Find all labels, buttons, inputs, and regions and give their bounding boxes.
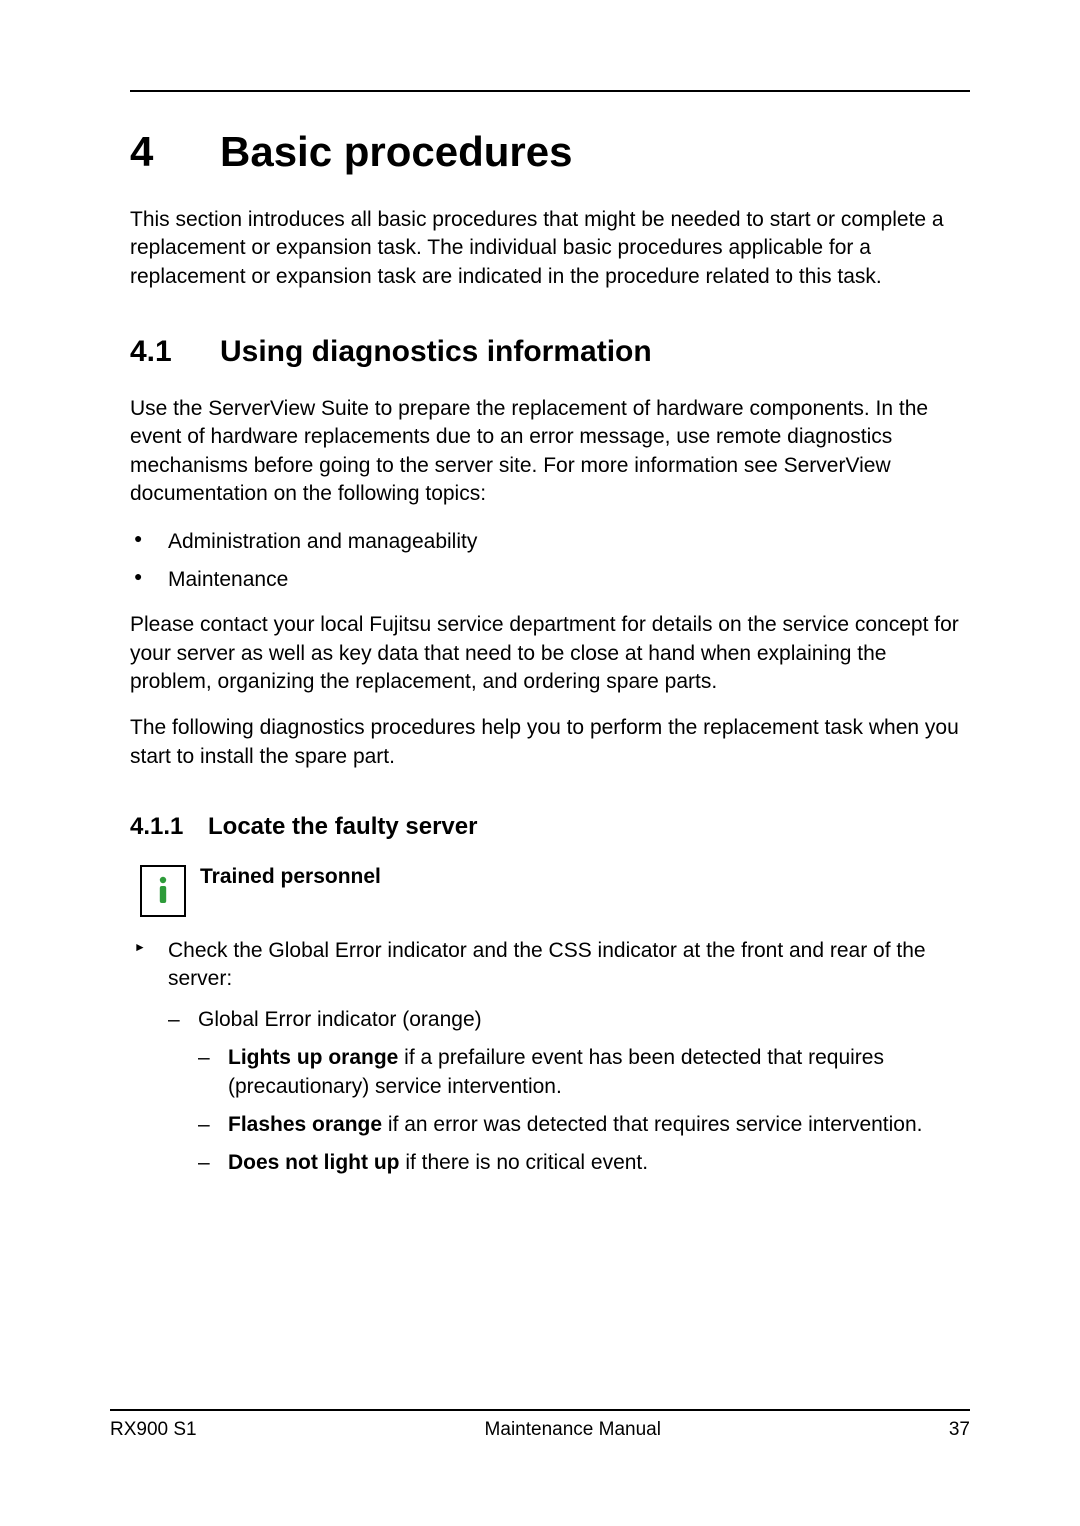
step-item: Check the Global Error indicator and the… (130, 937, 970, 1177)
subsection-title: Locate the faulty server (208, 813, 477, 840)
page-footer: RX900 S1 Maintenance Manual 37 (110, 1409, 970, 1441)
footer-center: Maintenance Manual (485, 1419, 661, 1441)
state-bold: Does not light up (228, 1151, 399, 1174)
step-text: Check the Global Error indicator and the… (168, 939, 926, 990)
footer-rule (110, 1409, 970, 1411)
header-rule (130, 90, 970, 92)
step-list: Check the Global Error indicator and the… (130, 937, 970, 1177)
dash-item: Does not light up if there is no critica… (198, 1149, 970, 1177)
bullet-list: Administration and manageability Mainten… (130, 526, 970, 595)
info-icon-box (140, 865, 186, 917)
footer-left: RX900 S1 (110, 1419, 197, 1441)
dash-item: Lights up orange if a prefailure event h… (198, 1044, 970, 1101)
dash-text: Global Error indicator (orange) (198, 1008, 482, 1031)
footer-right: 37 (949, 1419, 970, 1441)
dash-list-level2: Lights up orange if a prefailure event h… (198, 1044, 970, 1177)
subsection-number: 4.1.1 (130, 813, 208, 841)
page: 4Basic procedures This section introduce… (0, 0, 1080, 1526)
info-label: Trained personnel (200, 865, 381, 889)
bullet-item: Maintenance (130, 564, 970, 596)
state-bold: Lights up orange (228, 1046, 398, 1069)
state-bold: Flashes orange (228, 1113, 382, 1136)
section-p3: The following diagnostics procedures hel… (130, 714, 970, 771)
info-callout: Trained personnel (130, 865, 970, 917)
dash-item: Flashes orange if an error was detected … (198, 1111, 970, 1139)
chapter-number: 4 (130, 128, 220, 176)
state-rest: if an error was detected that requires s… (382, 1113, 922, 1136)
bullet-item: Administration and manageability (130, 526, 970, 558)
subsection-heading: 4.1.1Locate the faulty server (130, 813, 970, 841)
chapter-title: Basic procedures (220, 128, 573, 175)
intro-paragraph: This section introduces all basic proced… (130, 206, 970, 291)
section-p1: Use the ServerView Suite to prepare the … (130, 395, 970, 508)
section-title: Using diagnostics information (220, 335, 652, 368)
state-rest: if there is no critical event. (399, 1151, 648, 1174)
chapter-heading: 4Basic procedures (130, 128, 970, 176)
info-icon (154, 876, 172, 906)
dash-item: Global Error indicator (orange) Lights u… (168, 1006, 970, 1178)
section-p2: Please contact your local Fujitsu servic… (130, 611, 970, 696)
footer-row: RX900 S1 Maintenance Manual 37 (110, 1419, 970, 1441)
section-number: 4.1 (130, 335, 220, 369)
dash-list-level1: Global Error indicator (orange) Lights u… (168, 1006, 970, 1178)
section-heading: 4.1Using diagnostics information (130, 335, 970, 369)
